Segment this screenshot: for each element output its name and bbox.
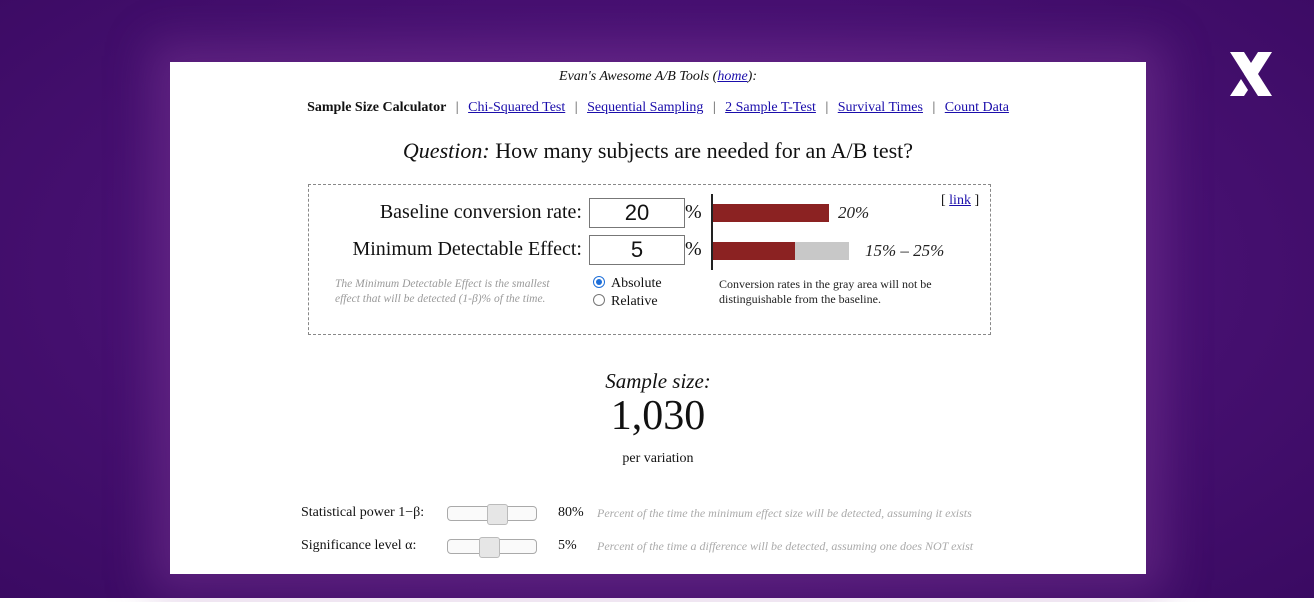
mde-range-label: 15% – 25% bbox=[865, 241, 945, 260]
sample-size-label: Sample size: bbox=[605, 369, 711, 393]
tools-nav: Sample Size Calculator | Chi-Squared Tes… bbox=[170, 100, 1146, 116]
question-text: How many subjects are needed for an A/B … bbox=[495, 138, 914, 163]
significance-description: Percent of the time a difference will be… bbox=[597, 539, 974, 553]
bottom-strip bbox=[0, 598, 1314, 602]
power-slider-thumb[interactable] bbox=[487, 504, 508, 525]
mde-gray-bar bbox=[795, 242, 849, 260]
power-slider[interactable] bbox=[447, 504, 537, 525]
nav-separator: | bbox=[825, 100, 829, 115]
nav-separator: | bbox=[574, 100, 578, 115]
mde-input[interactable]: 5 bbox=[589, 235, 685, 265]
sample-size-unit: per variation bbox=[622, 451, 694, 466]
nav-link-survival-times[interactable]: Survival Times bbox=[838, 100, 923, 115]
power-value: 80% bbox=[558, 505, 584, 520]
permalink-link[interactable]: link bbox=[949, 193, 971, 208]
radio-relative-label: Relative bbox=[611, 294, 658, 309]
nav-link-chi-squared[interactable]: Chi-Squared Test bbox=[468, 100, 565, 115]
significance-label: Significance level α: bbox=[301, 538, 417, 553]
link-bracket-open: [ bbox=[941, 193, 946, 208]
link-bracket-close: ] bbox=[974, 193, 980, 208]
question-label: Question: bbox=[402, 138, 490, 163]
significance-slider-row: Significance level α: 5% Percent of the … bbox=[301, 536, 1021, 558]
nav-separator: | bbox=[712, 100, 716, 115]
baseline-label: Baseline conversion rate: bbox=[379, 201, 582, 223]
calculator-panel: Evan's Awesome A/B Tools (home): Sample … bbox=[170, 62, 1146, 574]
tools-title-suffix: ): bbox=[747, 69, 757, 84]
radio-absolute-label: Absolute bbox=[611, 276, 662, 291]
mde-red-bar bbox=[713, 242, 795, 260]
baseline-input[interactable]: 20 bbox=[589, 198, 685, 228]
mde-note: The Minimum Detectable Effect is the sma… bbox=[335, 278, 550, 305]
conversion-note: Conversion rates in the gray area will n… bbox=[719, 277, 932, 306]
radio-relative[interactable]: Relative bbox=[593, 293, 658, 310]
baseline-bar-label: 20% bbox=[838, 203, 870, 222]
power-slider-row: Statistical power 1−β: 80% Percent of th… bbox=[301, 503, 1021, 525]
question-heading: Question: How many subjects are needed f… bbox=[170, 138, 1146, 164]
baseline-bar bbox=[713, 204, 829, 222]
nav-link-sequential-sampling[interactable]: Sequential Sampling bbox=[587, 100, 703, 115]
nav-link-t-test[interactable]: 2 Sample T-Test bbox=[725, 100, 816, 115]
home-link[interactable]: home bbox=[717, 69, 747, 84]
input-box: Baseline conversion rate: 20 % Minimum D… bbox=[308, 184, 991, 335]
mde-label: Minimum Detectable Effect: bbox=[352, 238, 582, 260]
nav-link-count-data[interactable]: Count Data bbox=[945, 100, 1009, 115]
radio-absolute[interactable]: Absolute bbox=[593, 275, 662, 292]
radio-absolute-button[interactable] bbox=[593, 275, 605, 288]
permalink: [ link ] bbox=[941, 193, 979, 209]
close-icon[interactable] bbox=[1222, 46, 1280, 102]
tools-title-prefix: Evan's Awesome A/B Tools ( bbox=[559, 69, 718, 84]
significance-slider[interactable] bbox=[447, 537, 537, 558]
nav-current-sample-size: Sample Size Calculator bbox=[307, 100, 447, 115]
radio-relative-button[interactable] bbox=[593, 293, 605, 306]
significance-value: 5% bbox=[558, 538, 577, 553]
sample-size-value: 1,030 bbox=[610, 393, 706, 439]
nav-separator: | bbox=[932, 100, 936, 115]
nav-separator: | bbox=[455, 100, 459, 115]
power-description: Percent of the time the minimum effect s… bbox=[597, 506, 972, 520]
baseline-percent-sign: % bbox=[685, 201, 702, 223]
power-label: Statistical power 1−β: bbox=[301, 505, 425, 520]
mde-percent-sign: % bbox=[685, 238, 702, 260]
tools-title: Evan's Awesome A/B Tools (home): bbox=[170, 69, 1146, 85]
significance-slider-thumb[interactable] bbox=[479, 537, 500, 558]
